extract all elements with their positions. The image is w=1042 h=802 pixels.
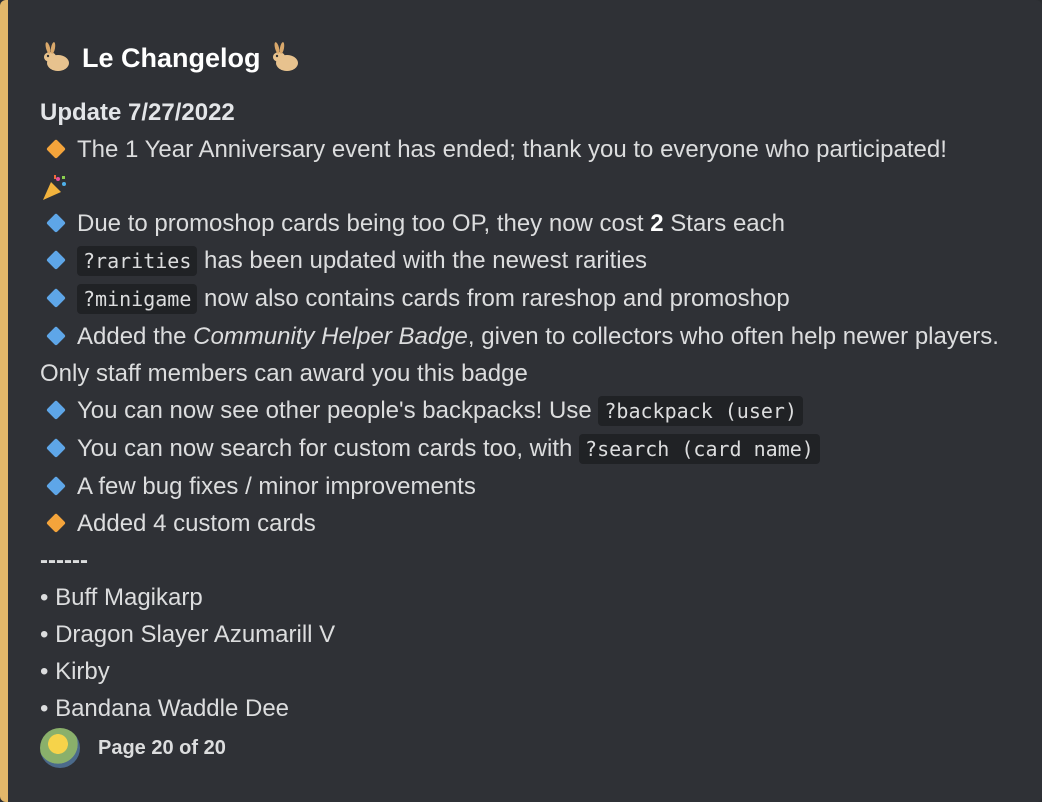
blue-diamond-icon <box>46 250 66 271</box>
changelog-line: The 1 Year Anniversary event has ended; … <box>40 131 1018 168</box>
changelog-line: Added 4 custom cards <box>40 505 1018 542</box>
changelog-line: You can now search for custom cards too,… <box>40 430 1018 468</box>
embed-footer: Page 20 of 20 <box>40 728 226 768</box>
list-item: • Bandana Waddle Dee <box>40 695 290 722</box>
changelog-line: A few bug fixes / minor improvements <box>40 468 1018 505</box>
page-indicator: Page 20 of 20 <box>98 736 226 759</box>
inline-code: ?search (card name) <box>579 434 820 464</box>
changelog-line: You can now see other people's backpacks… <box>40 392 1018 430</box>
bunny-icon <box>44 42 69 71</box>
blue-diamond-icon <box>46 476 66 497</box>
list-item: • Buff Magikarp <box>40 584 203 611</box>
orange-diamond-icon <box>46 513 66 534</box>
list-item: • Kirby <box>40 658 110 685</box>
orange-diamond-icon <box>46 139 66 160</box>
blue-diamond-icon <box>46 400 66 421</box>
bunny-icon <box>272 42 298 71</box>
separator: ------ <box>40 547 88 574</box>
embed-description: Update 7/27/2022 The 1 Year Anniversary … <box>40 94 1018 727</box>
blue-diamond-icon <box>46 213 66 234</box>
blue-diamond-icon <box>46 288 66 309</box>
inline-code: ?rarities <box>77 246 198 276</box>
inline-code: ?minigame <box>77 284 198 314</box>
changelog-line: ?rarities has been updated with the newe… <box>40 242 1018 280</box>
embed-title: Le Changelog <box>82 42 261 73</box>
changelog-line: Due to promoshop cards being too OP, the… <box>40 205 1018 242</box>
update-heading: Update 7/27/2022 <box>40 99 235 126</box>
changelog-line: Added the Community Helper Badge, given … <box>40 323 999 387</box>
party-popper-line <box>40 168 1018 205</box>
blue-diamond-icon <box>46 438 66 459</box>
blue-diamond-icon <box>46 326 66 347</box>
embed-body: Le Changelog Update 7/27/2022 The 1 Year… <box>40 38 1018 727</box>
changelog-embed: Le Changelog Update 7/27/2022 The 1 Year… <box>0 0 1042 802</box>
inline-code: ?backpack (user) <box>598 396 804 426</box>
embed-title-row: Le Changelog <box>40 38 1018 78</box>
party-popper-icon <box>43 174 66 200</box>
list-item: • Dragon Slayer Azumarill V <box>40 621 336 648</box>
pikachu-avatar-icon <box>40 728 80 768</box>
changelog-line: ?minigame now also contains cards from r… <box>40 280 1018 318</box>
